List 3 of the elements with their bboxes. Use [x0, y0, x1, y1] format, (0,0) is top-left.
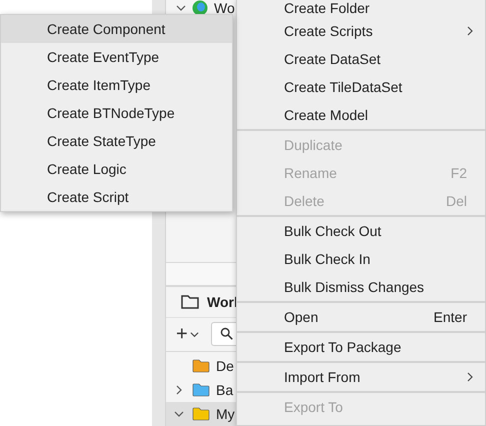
shortcut-label: F2 [450, 165, 467, 181]
shortcut-label: Del [446, 193, 467, 209]
shortcut-label: Enter [434, 309, 467, 325]
